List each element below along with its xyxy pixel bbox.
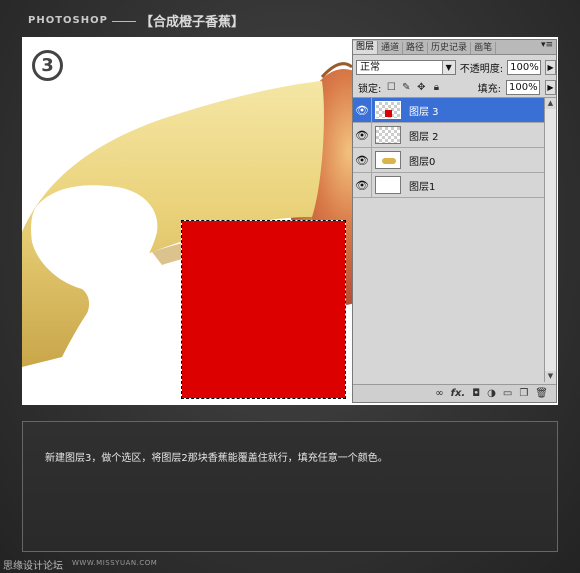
layer-row-2[interactable]: 👁︎ 图层 2: [353, 123, 556, 148]
layer-style-fx-icon[interactable]: fx.: [451, 388, 466, 399]
description-box: 新建图层3，做个选区，将图层2那块香蕉能覆盖住就行，填充任意一个颜色。: [22, 421, 558, 552]
adjustment-layer-icon[interactable]: ◑: [487, 388, 496, 399]
opacity-input[interactable]: 100%: [507, 59, 542, 75]
panel-menu-icon[interactable]: ▾≡: [541, 40, 553, 50]
tab-layers[interactable]: 图层: [353, 41, 379, 54]
scroll-down-icon[interactable]: ▼: [545, 371, 556, 382]
add-mask-icon[interactable]: ◘: [472, 388, 480, 399]
visibility-eye-icon[interactable]: 👁︎: [353, 173, 372, 197]
scroll-up-icon[interactable]: ▲: [545, 98, 556, 109]
link-layers-icon[interactable]: ∞: [435, 388, 443, 399]
layer-list-scrollbar[interactable]: ▲ ▼: [544, 98, 556, 382]
layer-thumbnail: [375, 101, 401, 119]
step-number-badge: 3: [32, 50, 63, 81]
blend-mode-select[interactable]: 正常 ▼: [356, 59, 456, 75]
panel-footer-toolbar: ∞ fx. ◘ ◑ ▭ ❐ 🗑︎: [353, 384, 556, 402]
layer-name: 图层 3: [409, 106, 439, 118]
visibility-eye-icon[interactable]: 👁︎: [353, 148, 372, 172]
lock-image-brush-icon[interactable]: ✎: [401, 82, 411, 93]
header-divider: [111, 21, 136, 22]
watermark-site-name: 思缘设计论坛: [3, 561, 63, 572]
fill-label: 填充:: [477, 83, 501, 95]
lock-position-move-icon[interactable]: ✥: [416, 82, 426, 93]
blend-mode-value: 正常: [360, 61, 380, 73]
tab-history[interactable]: 历史记录: [428, 42, 472, 54]
fill-input[interactable]: 100%: [506, 79, 540, 95]
step-description: 新建图层3，做个选区，将图层2那块香蕉能覆盖住就行，填充任意一个颜色。: [45, 453, 388, 464]
visibility-eye-icon[interactable]: 👁︎: [353, 98, 372, 122]
lock-transparent-icon[interactable]: ☐: [386, 82, 396, 93]
layer-name: 图层1: [409, 181, 436, 193]
red-fill-selection[interactable]: [181, 220, 346, 399]
fill-slider-arrow-icon[interactable]: ▶: [545, 79, 556, 95]
new-layer-icon[interactable]: ❐: [519, 388, 528, 399]
new-group-folder-icon[interactable]: ▭: [503, 388, 512, 399]
opacity-slider-arrow-icon[interactable]: ▶: [545, 59, 556, 75]
opacity-label: 不透明度:: [459, 63, 504, 75]
brand-label: PHOTOSHOP: [28, 14, 108, 26]
tab-channels[interactable]: 通道: [378, 42, 404, 54]
trash-icon[interactable]: 🗑︎: [535, 388, 548, 399]
layer-thumbnail: [375, 126, 401, 144]
layer-name: 图层0: [409, 156, 436, 168]
layer-row-1[interactable]: 👁︎ 图层1: [353, 173, 556, 198]
panel-tabs: 图层 通道 路径 历史记录 画笔 ▾≡: [353, 40, 556, 55]
tab-paths[interactable]: 路径: [403, 42, 429, 54]
lock-all-icon[interactable]: 🔒︎: [431, 82, 441, 93]
layer-thumbnail: [375, 176, 401, 194]
layer-row-0[interactable]: 👁︎ 图层0: [353, 148, 556, 173]
layer-list: 👁︎ 图层 3 👁︎ 图层 2 👁︎ 图层0 👁︎ 图层1 ▲ ▼: [353, 98, 556, 382]
lock-label: 锁定:: [358, 83, 382, 95]
layers-panel: 图层 通道 路径 历史记录 画笔 ▾≡ 正常 ▼ 不透明度: 100% ▶ 锁定…: [352, 39, 557, 403]
lock-row: 锁定: ☐ ✎ ✥ 🔒︎ 填充: 100% ▶: [353, 77, 556, 98]
tab-brushes[interactable]: 画笔: [471, 42, 497, 54]
layer-thumbnail: [375, 151, 401, 169]
visibility-eye-icon[interactable]: 👁︎: [353, 123, 372, 147]
layer-row-3[interactable]: 👁︎ 图层 3: [353, 98, 556, 123]
page-title: 【合成橙子香蕉】: [139, 14, 244, 30]
chevron-down-icon[interactable]: ▼: [441, 60, 455, 74]
blend-row: 正常 ▼ 不透明度: 100% ▶: [353, 57, 556, 77]
watermark-url: WWW.MISSYUAN.COM: [72, 559, 158, 567]
layer-name: 图层 2: [409, 131, 439, 143]
page-header: PHOTOSHOP 【合成橙子香蕉】: [28, 10, 244, 30]
